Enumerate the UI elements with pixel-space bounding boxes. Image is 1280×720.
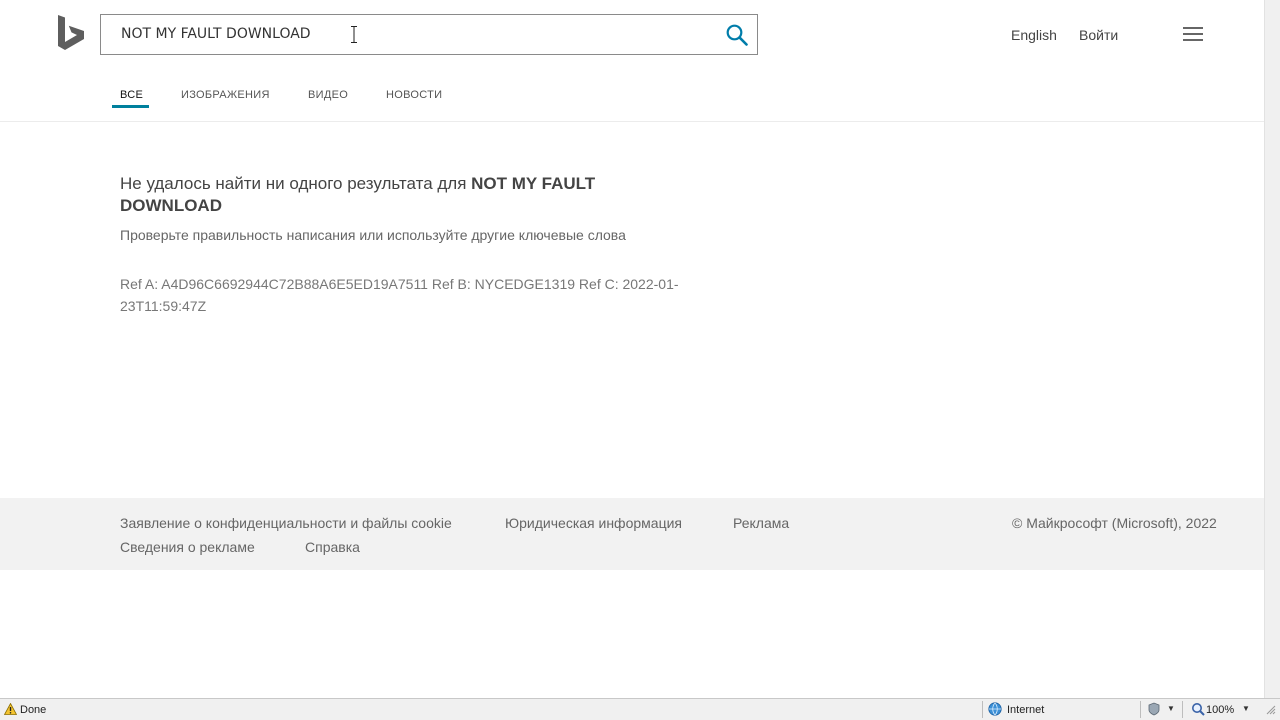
text-cursor-icon [351,26,357,43]
status-bar: Done Internet ▼ 100% ▼ [0,698,1280,720]
security-zone-text[interactable]: Internet [1007,704,1044,716]
privacy-link[interactable]: Заявление о конфиденциальности и файлы c… [120,515,452,531]
resize-grip-icon[interactable] [1266,705,1276,715]
help-link[interactable]: Справка [305,539,360,555]
tab-all[interactable]: ВСЕ [120,89,143,101]
no-results-hint: Проверьте правильность написания или исп… [120,227,626,243]
no-results-text: Не удалось найти ни одного результата дл… [120,174,472,193]
zoom-level[interactable]: 100% [1206,704,1234,716]
copyright-text: © Майкрософт (Microsoft), 2022 [1012,515,1217,531]
footer: Заявление о конфиденциальности и файлы c… [0,498,1264,570]
status-text: Done [20,704,47,716]
warning-icon [4,703,17,715]
status-divider [1182,701,1183,718]
zoom-icon[interactable] [1191,702,1205,716]
about-ads-link[interactable]: Сведения о рекламе [120,539,255,555]
hamburger-menu-icon[interactable] [1183,27,1203,42]
browser-page: English Войти ВСЕ ИЗОБРАЖЕНИЯ ВИДЕО НОВО… [0,0,1264,698]
bing-logo-icon[interactable] [56,15,86,53]
search-tabs: ВСЕ ИЗОБРАЖЕНИЯ ВИДЕО НОВОСТИ [0,85,1264,122]
search-box [100,14,758,55]
status-divider [982,701,983,718]
search-icon[interactable] [726,24,748,46]
chevron-down-icon[interactable]: ▼ [1167,704,1175,713]
protected-mode-icon[interactable] [1146,702,1162,716]
globe-icon [988,702,1002,716]
no-results-heading: Не удалось найти ни одного результата дл… [120,173,680,217]
reference-codes: Ref A: A4D96C6692944C72B88A6E5ED19A7511 … [120,276,679,314]
tab-news[interactable]: НОВОСТИ [386,89,442,101]
status-divider [1140,701,1141,718]
tab-videos[interactable]: ВИДЕО [308,89,348,101]
search-input[interactable] [121,23,701,45]
active-tab-indicator [112,105,149,108]
signin-link[interactable]: Войти [1079,27,1118,43]
language-link[interactable]: English [1011,27,1057,43]
legal-link[interactable]: Юридическая информация [505,515,682,531]
advertising-link[interactable]: Реклама [733,515,789,531]
chevron-down-icon[interactable]: ▼ [1242,704,1250,713]
vertical-scrollbar[interactable] [1264,0,1280,698]
tab-images[interactable]: ИЗОБРАЖЕНИЯ [181,89,270,101]
